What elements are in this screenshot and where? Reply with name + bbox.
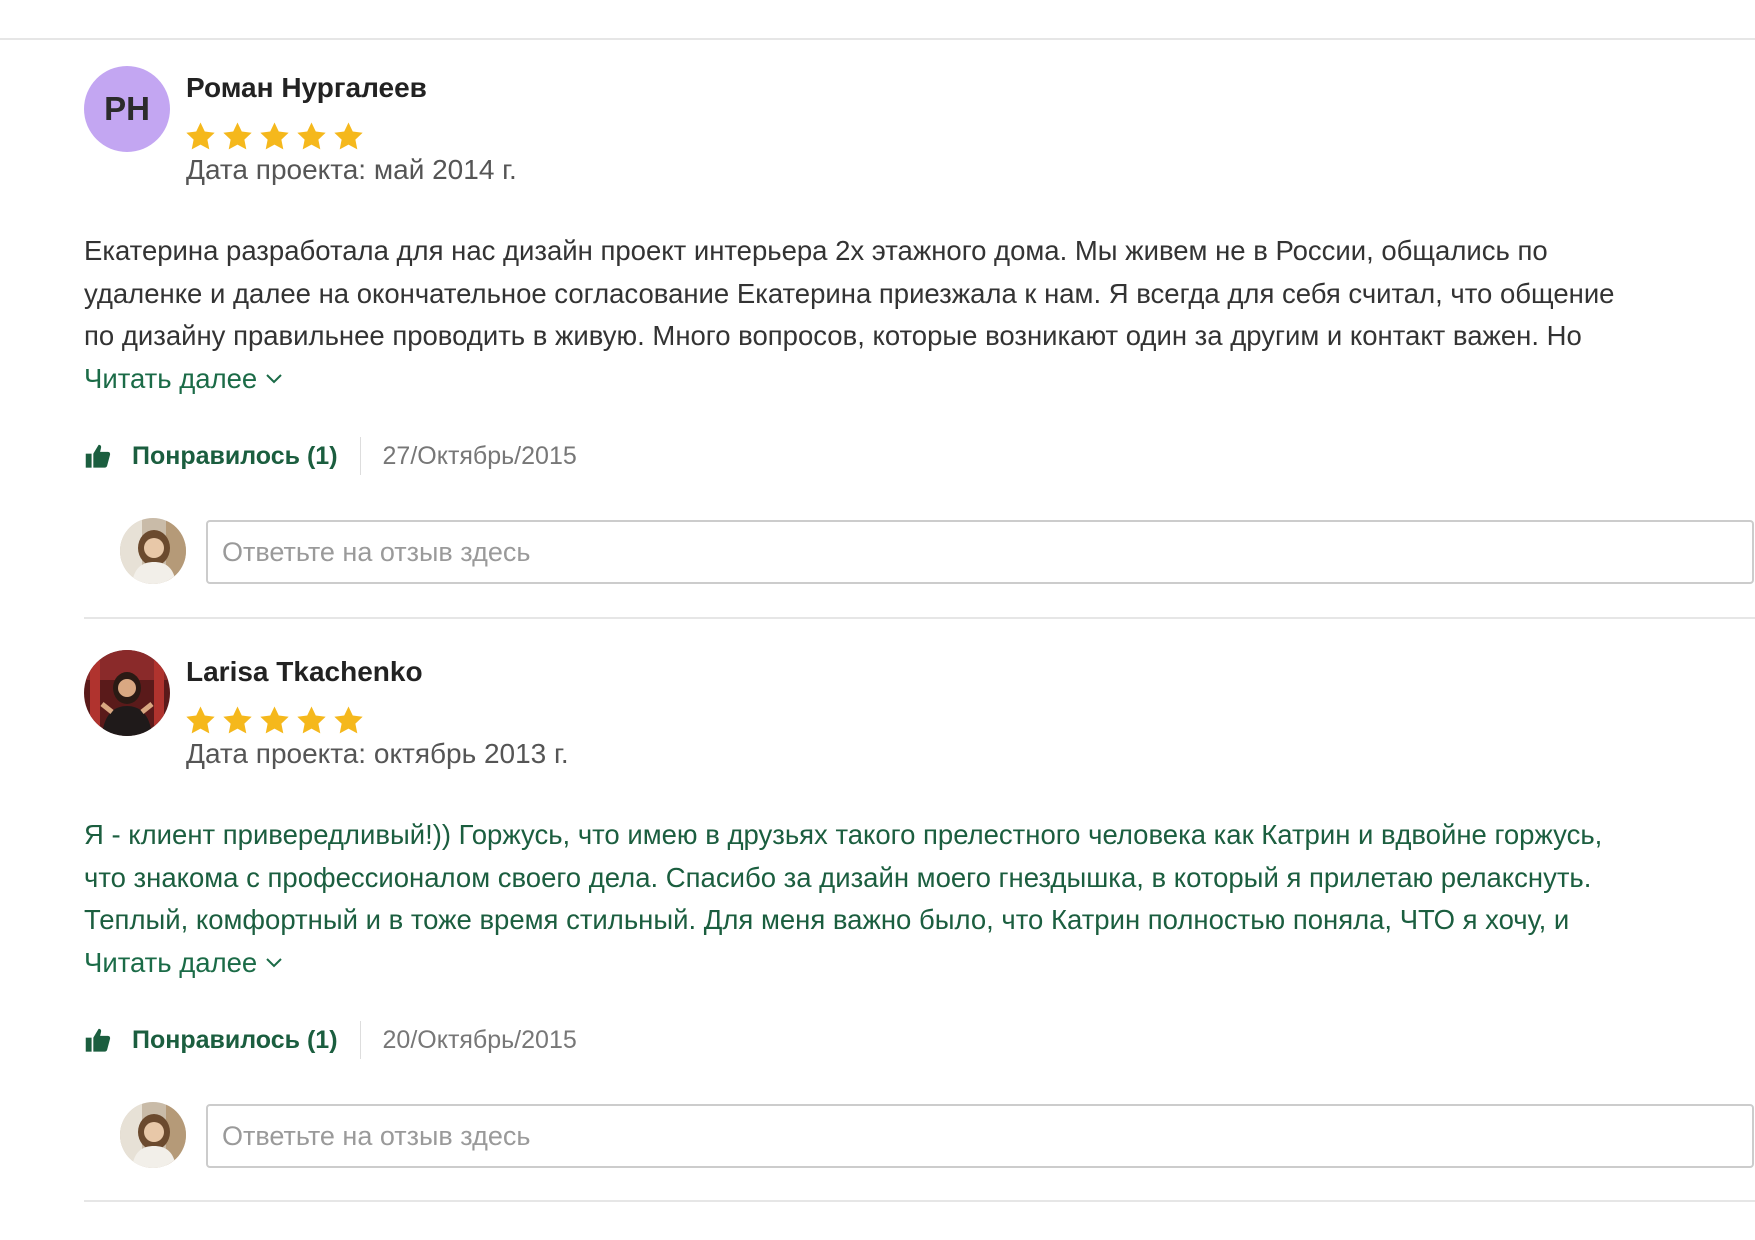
star-rating bbox=[184, 704, 365, 738]
thumbs-up-icon bbox=[84, 1026, 112, 1054]
review-text-line: удаленке и далее на окончательное соглас… bbox=[84, 277, 1615, 309]
star-icon bbox=[258, 704, 291, 738]
author-avatar-photo bbox=[84, 650, 170, 736]
review-actions: Понравилось (1) 20/Октябрь/2015 bbox=[84, 1020, 577, 1060]
review-text-line: Екатерина разработала для нас дизайн про… bbox=[84, 235, 1548, 266]
avatar-initials-text: РН bbox=[104, 90, 150, 127]
like-label: Понравилось (1) bbox=[132, 1025, 338, 1054]
star-icon bbox=[184, 704, 217, 738]
chevron-down-icon bbox=[265, 957, 283, 969]
read-more-link[interactable]: Читать далее bbox=[84, 358, 283, 401]
review-text: Я - клиент привередливый!)) Горжусь, что… bbox=[84, 814, 1754, 984]
star-rating bbox=[184, 120, 365, 154]
project-date: Дата проекта: октябрь 2013 г. bbox=[186, 738, 569, 769]
action-separator bbox=[359, 1021, 361, 1059]
author-name: Larisa Tkachenko bbox=[186, 656, 423, 687]
author-name: Роман Нургалеев bbox=[186, 72, 427, 103]
current-user-avatar bbox=[120, 518, 186, 584]
author-avatar-initials: РН bbox=[84, 66, 170, 152]
top-divider bbox=[0, 38, 1755, 40]
star-icon bbox=[184, 120, 217, 154]
review-text-line: Я - клиент привередливый!)) Горжусь, что… bbox=[84, 819, 1603, 850]
reply-input[interactable] bbox=[206, 520, 1754, 584]
review-text-line: что знакома с профессионалом своего дела… bbox=[84, 861, 1592, 893]
reviews-page: РН Роман Нургалеев Дата проекта: май 201… bbox=[0, 0, 1755, 1240]
review-divider bbox=[84, 617, 1755, 619]
project-date: Дата проекта: май 2014 г. bbox=[186, 154, 517, 185]
star-icon bbox=[295, 704, 328, 738]
current-user-avatar bbox=[120, 1102, 186, 1168]
star-icon bbox=[295, 120, 328, 154]
star-icon bbox=[221, 704, 254, 738]
reply-row bbox=[120, 1102, 1755, 1172]
review-text-line: по дизайну правильнее проводить в живую.… bbox=[84, 320, 1582, 351]
action-separator bbox=[359, 437, 361, 475]
review-text-line: Теплый, комфортный и в тоже время стильн… bbox=[84, 904, 1570, 935]
read-more-label: Читать далее bbox=[84, 362, 258, 394]
star-icon bbox=[258, 120, 291, 154]
like-label: Понравилось (1) bbox=[132, 441, 338, 470]
thumbs-up-icon bbox=[84, 442, 112, 470]
star-icon bbox=[221, 120, 254, 154]
read-more-link[interactable]: Читать далее bbox=[84, 942, 283, 985]
like-button[interactable]: Понравилось (1) bbox=[84, 1026, 338, 1055]
chevron-down-icon bbox=[265, 373, 283, 385]
review-date: 27/Октябрь/2015 bbox=[382, 441, 577, 470]
review-date: 20/Октябрь/2015 bbox=[382, 1025, 577, 1054]
review-divider bbox=[84, 1200, 1755, 1202]
read-more-label: Читать далее bbox=[84, 946, 258, 978]
reply-input[interactable] bbox=[206, 1104, 1754, 1168]
review-text: Екатерина разработала для нас дизайн про… bbox=[84, 230, 1754, 400]
review-actions: Понравилось (1) 27/Октябрь/2015 bbox=[84, 436, 577, 476]
star-icon bbox=[332, 120, 365, 154]
star-icon bbox=[332, 704, 365, 738]
like-button[interactable]: Понравилось (1) bbox=[84, 442, 338, 471]
reply-row bbox=[120, 518, 1755, 588]
